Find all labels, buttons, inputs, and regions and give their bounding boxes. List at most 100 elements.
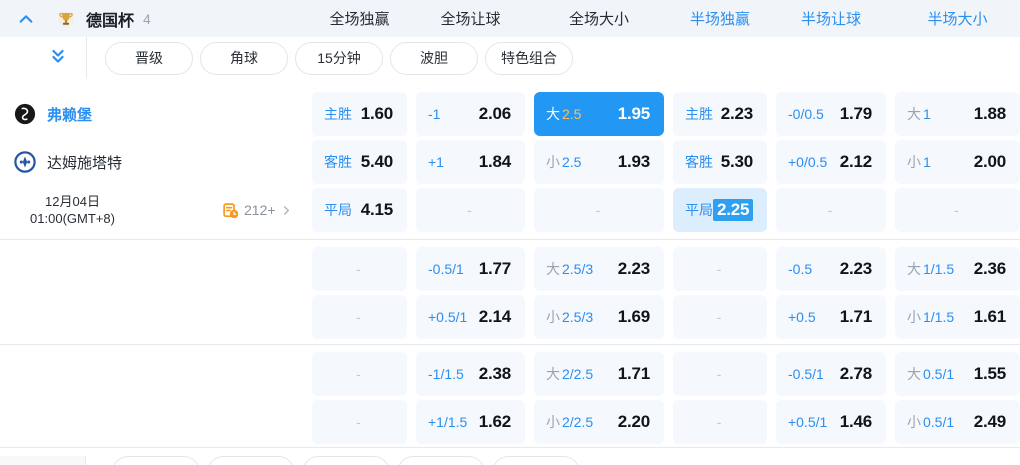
chevron-up-icon <box>19 14 33 23</box>
odds-cell: - <box>673 352 767 396</box>
tab-half-handicap[interactable]: 半场让球 <box>776 0 886 37</box>
pill-15min[interactable]: 15分钟 <box>295 41 383 75</box>
over-under-prefix: 小 <box>546 154 560 170</box>
odds-value: 1.55 <box>973 364 1006 383</box>
match-odds-area: 主胜 1.60 -1 2.06 大 2.5 1.95 主胜 2.23 -0/0.5 1.79 大 1 1.… <box>0 79 1020 448</box>
handicap-line: 1 <box>923 154 931 170</box>
home-team-name: 弗赖堡 <box>47 106 93 124</box>
more-markets-link[interactable]: 212+ <box>222 188 292 232</box>
odds-label: 客胜 <box>324 154 352 170</box>
betting-odds-panel: 德国杯 4 全场独赢 全场让球 全场大小 半场独赢 半场让球 半场大小 晋级 角球 15分钟波… <box>0 0 1020 465</box>
pill-special-combo[interactable]: 特色组合 <box>485 41 573 75</box>
odds-value: 1.84 <box>478 152 511 171</box>
handicap-line: 2/2.5 <box>562 414 594 430</box>
match-datetime: 12月04日 01:00(GMT+8) <box>0 188 145 232</box>
pill-advance[interactable]: 晋级 <box>112 456 200 465</box>
odds-cell[interactable]: -0.5/1 2.78 <box>776 352 886 396</box>
handicap-line: 0.5/1 <box>923 366 955 382</box>
tab-full-1x2[interactable]: 全场独赢 <box>312 0 407 37</box>
odds-cell[interactable]: -0.5 2.23 <box>776 247 886 291</box>
empty-odds-dash: - <box>356 366 361 382</box>
odds-cell[interactable]: 主胜 1.60 <box>312 92 407 136</box>
tab-half-ou[interactable]: 半场大小 <box>895 0 1020 37</box>
odds-cell[interactable]: 大 1/1.5 2.36 <box>895 247 1020 291</box>
odds-label: 小 2/2.5 <box>546 412 593 432</box>
odds-section-alt-lines-2: - -1/1.5 2.38 大 2/2.5 1.71- -0.5/1 2.78 大 0.5/1 1.… <box>0 345 1020 448</box>
odds-value: 1.60 <box>360 104 393 123</box>
pill-correct-score[interactable]: 波胆 <box>397 456 485 465</box>
tab-full-ou[interactable]: 全场大小 <box>534 0 664 37</box>
odds-value: 1.62 <box>478 412 511 431</box>
odds-cell[interactable]: 大 1 1.88 <box>895 92 1020 136</box>
odds-cell[interactable]: 大 2.5/3 2.23 <box>534 247 664 291</box>
pill-special-combo[interactable]: 特色组合 <box>492 456 580 465</box>
away-team-row[interactable]: 达姆施塔特 <box>14 140 122 184</box>
empty-odds-dash: - <box>356 414 361 430</box>
odds-cell[interactable]: -1/1.5 2.38 <box>416 352 525 396</box>
odds-cell[interactable]: 平局 4.15 <box>312 188 407 232</box>
empty-odds-dash: - <box>716 414 722 430</box>
empty-odds-dash: - <box>716 366 722 382</box>
odds-cell[interactable]: 小 2.5/3 1.69 <box>534 295 664 339</box>
odds-cell: - <box>534 188 664 232</box>
odds-cell[interactable]: 大 2/2.5 1.71 <box>534 352 664 396</box>
odds-value: 1.77 <box>478 259 511 278</box>
odds-cell[interactable]: 平局 2.25 <box>673 188 767 232</box>
odds-cell[interactable]: +1 1.84 <box>416 140 525 184</box>
odds-label: 大1 <box>907 104 931 124</box>
odds-value: 2.36 <box>973 259 1006 278</box>
odds-label: 小 0.5/1 <box>907 412 954 432</box>
odds-value: 1.71 <box>839 307 872 326</box>
pill-corners[interactable]: 角球 <box>207 456 295 465</box>
tab-half-1x2[interactable]: 半场独赢 <box>673 0 767 37</box>
pill-correct-score[interactable]: 波胆 <box>390 41 478 75</box>
handicap-line: 2.5/3 <box>562 309 594 325</box>
odds-cell[interactable]: -0.5/1 1.77 <box>416 247 525 291</box>
odds-label: -1 <box>428 106 441 122</box>
empty-odds-dash: - <box>595 202 601 218</box>
odds-cell: - <box>312 295 407 339</box>
odds-cell[interactable]: 小 0.5/1 2.49 <box>895 400 1020 444</box>
over-under-prefix: 大 <box>907 366 921 382</box>
pill-15min[interactable]: 15分钟 <box>302 456 390 465</box>
odds-cell[interactable]: 小 2.5 1.93 <box>534 140 664 184</box>
odds-cell[interactable]: 小 2/2.5 2.20 <box>534 400 664 444</box>
odds-cell[interactable]: 主胜 2.23 <box>673 92 767 136</box>
odds-value: 1.95 <box>617 104 650 123</box>
odds-value: 4.15 <box>360 200 393 219</box>
odds-cell[interactable]: 小 1/1.5 1.61 <box>895 295 1020 339</box>
odds-cell[interactable]: +0.5/1 1.46 <box>776 400 886 444</box>
pill-advance[interactable]: 晋级 <box>105 41 193 75</box>
odds-cell[interactable]: 客胜 5.30 <box>673 140 767 184</box>
empty-odds-dash: - <box>716 309 722 325</box>
pill-corners[interactable]: 角球 <box>200 41 288 75</box>
handicap-line: 2.5 <box>562 106 582 122</box>
odds-cell[interactable]: 大 0.5/1 1.55 <box>895 352 1020 396</box>
odds-cell[interactable]: +0.5 1.71 <box>776 295 886 339</box>
odds-cell[interactable]: -1 2.06 <box>416 92 525 136</box>
tab-full-handicap[interactable]: 全场让球 <box>416 0 525 37</box>
odds-cell: - <box>673 247 767 291</box>
odds-cell[interactable]: +1/1.5 1.62 <box>416 400 525 444</box>
odds-value: 2.23 <box>839 259 872 278</box>
odds-cell[interactable]: +0/0.5 2.12 <box>776 140 886 184</box>
odds-label: 小1 <box>907 152 931 172</box>
over-under-prefix: 大 <box>546 366 560 382</box>
odds-cell[interactable]: +0.5/1 2.14 <box>416 295 525 339</box>
odds-label: 客胜 <box>685 154 713 170</box>
odds-cell[interactable]: 小 1 2.00 <box>895 140 1020 184</box>
home-team-row[interactable]: 弗赖堡 <box>14 92 92 136</box>
odds-cell[interactable]: -0/0.5 1.79 <box>776 92 886 136</box>
odds-label: -1/1.5 <box>428 366 464 382</box>
filter-pills: 晋级 角球 15分钟 波胆 特色组合 <box>105 41 573 75</box>
odds-cell[interactable]: 大 2.5 1.95 <box>534 92 664 136</box>
expand-all-markets-button[interactable] <box>49 48 69 68</box>
odds-cell[interactable]: 客胜 5.40 <box>312 140 407 184</box>
odds-cell: - <box>776 188 886 232</box>
league-header-bar: 德国杯 4 全场独赢 全场让球 全场大小 半场独赢 半场让球 半场大小 <box>0 0 1020 37</box>
odds-value: 1.69 <box>617 307 650 326</box>
odds-label: 大 0.5/1 <box>907 364 954 384</box>
next-match-expand-cell[interactable] <box>0 456 86 465</box>
match-date: 12月04日 <box>45 194 100 209</box>
collapse-league-button[interactable] <box>16 9 36 29</box>
